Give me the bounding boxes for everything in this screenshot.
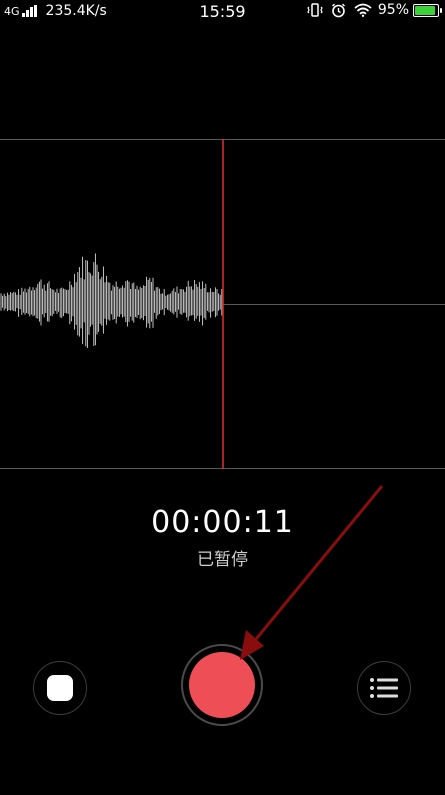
- stop-button[interactable]: [33, 661, 87, 715]
- recording-state: 已暂停: [197, 550, 248, 570]
- recordings-list-button[interactable]: [357, 661, 411, 715]
- stop-icon: [47, 675, 73, 701]
- status-right: 95%: [299, 2, 442, 18]
- waveform-panel[interactable]: [0, 139, 445, 469]
- wifi-icon: [354, 3, 372, 17]
- record-button[interactable]: [181, 644, 263, 726]
- battery-fill: [415, 5, 435, 15]
- list-icon: [370, 678, 398, 698]
- waveform: [0, 139, 445, 469]
- battery-percent: 95%: [377, 2, 409, 18]
- status-bar: 4G 235.4K/s 15:59 95%: [0, 0, 445, 24]
- alarm-icon: [331, 3, 346, 18]
- record-icon: [189, 652, 255, 718]
- waveform-bars: [0, 253, 223, 348]
- vibrate-icon: [307, 3, 323, 17]
- battery-icon: [413, 3, 442, 17]
- elapsed-time: 00:00:11: [151, 505, 294, 540]
